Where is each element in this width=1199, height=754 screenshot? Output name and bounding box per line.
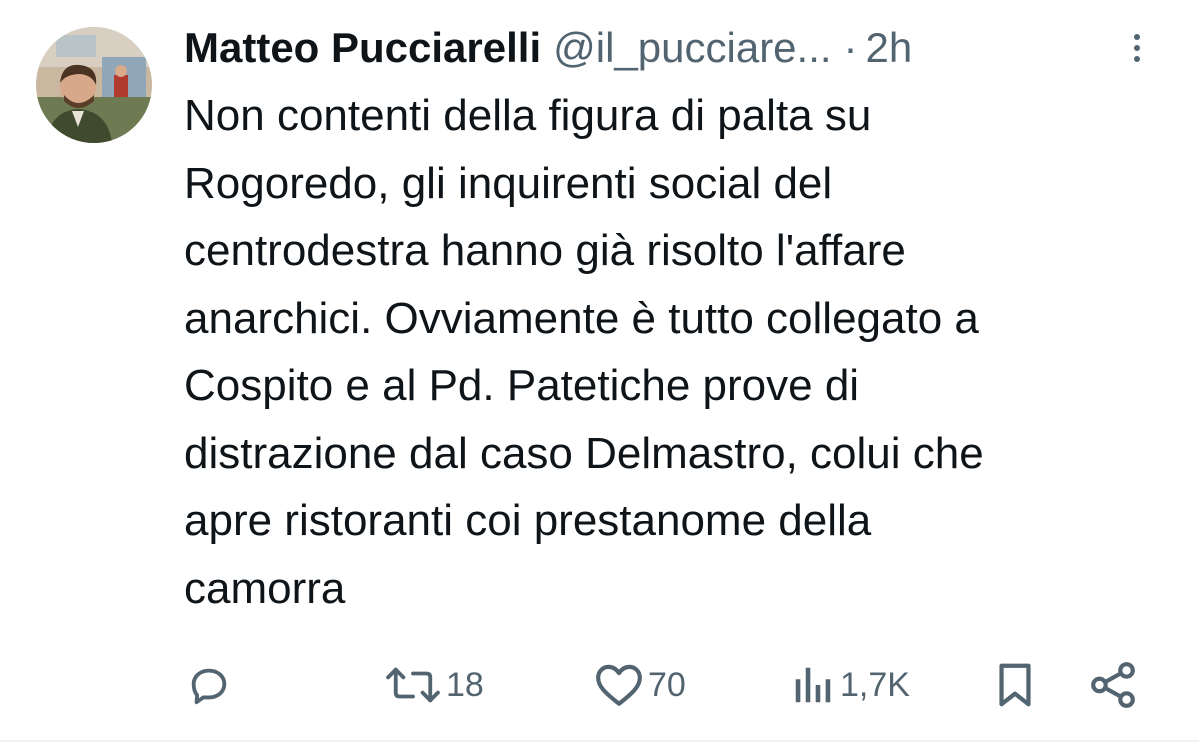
separator-dot: · xyxy=(843,24,858,71)
views-count: 1,7K xyxy=(840,665,910,704)
heart-icon xyxy=(596,664,642,706)
reply-icon xyxy=(191,668,227,705)
bookmark-icon xyxy=(999,663,1031,707)
author-name[interactable]: Matteo Pucciarelli xyxy=(184,18,541,78)
share-icon xyxy=(1091,662,1135,708)
tweet-text-line: apre ristoranti coi prestanome della xyxy=(184,496,872,545)
tweet-header: Matteo Pucciarelli @il_pucciare... · 2h xyxy=(184,18,912,78)
more-options-icon[interactable] xyxy=(1122,28,1152,68)
tweet-card[interactable]: Matteo Pucciarelli @il_pucciare... · 2h … xyxy=(0,0,1199,740)
views-icon xyxy=(795,667,831,703)
action-bar: 18 70 1,7K xyxy=(0,655,1199,715)
reply-button[interactable] xyxy=(186,655,232,715)
tweet-text-line: camorra xyxy=(184,563,346,613)
tweet-text-line: Cospito e al Pd. Patetiche prove di xyxy=(184,361,860,410)
bookmark-button[interactable] xyxy=(993,655,1037,715)
share-button[interactable] xyxy=(1088,655,1138,715)
timestamp[interactable]: 2h xyxy=(866,18,913,78)
retweet-count: 18 xyxy=(446,665,484,704)
author-handle[interactable]: @il_pucciare... xyxy=(553,18,831,78)
like-button[interactable]: 70 xyxy=(594,655,686,715)
tweet-text-line: Non contenti della figura di palta su xyxy=(184,91,872,140)
tweet-text: Non contenti della figura di palta su Ro… xyxy=(184,82,1184,622)
profile-photo xyxy=(36,27,152,143)
avatar[interactable] xyxy=(36,27,152,143)
divider xyxy=(0,740,1199,742)
tweet-text-line: Rogoredo, gli inquirenti social del xyxy=(184,158,833,208)
tweet-text-line: anarchici. Ovviamente è tutto collegato … xyxy=(184,293,979,343)
views-button[interactable]: 1,7K xyxy=(790,655,910,715)
retweet-icon xyxy=(386,667,440,703)
tweet-text-line: centrodestra hanno già risolto l'affare xyxy=(184,226,906,275)
tweet-text-line: distrazione dal caso Delmastro, colui ch… xyxy=(184,428,984,478)
retweet-button[interactable]: 18 xyxy=(384,655,484,715)
like-count: 70 xyxy=(648,665,686,704)
